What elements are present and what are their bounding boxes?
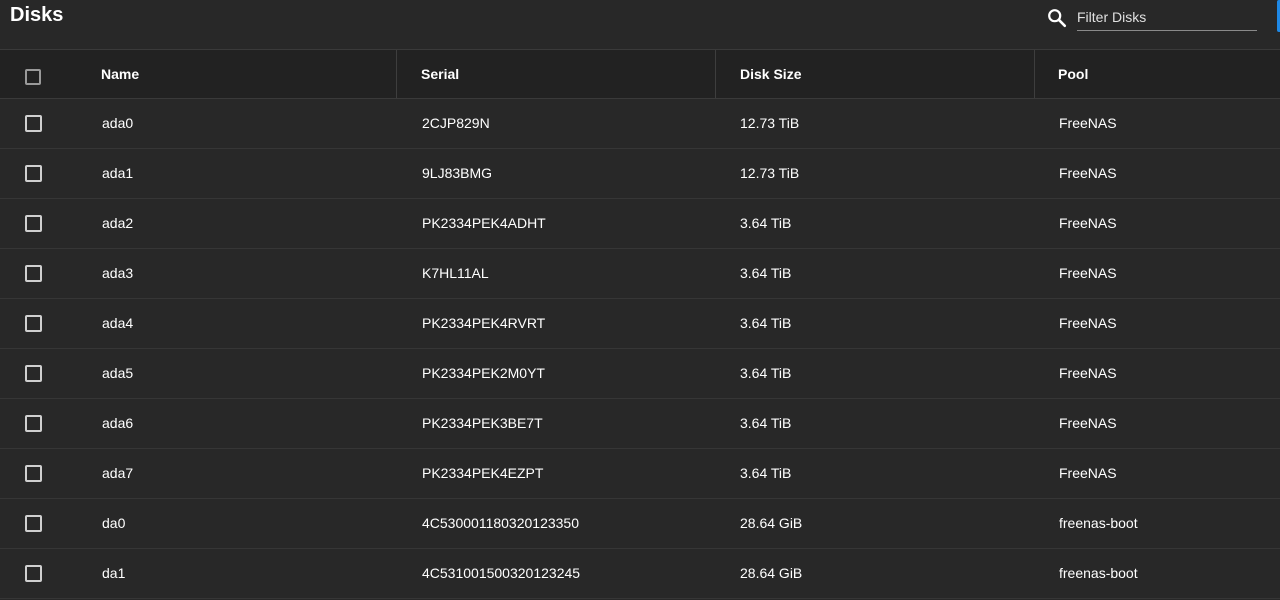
disk-serial-cell: K7HL11AL — [422, 265, 489, 281]
column-divider[interactable] — [1034, 50, 1035, 98]
page-header: Disks — [0, 0, 1280, 50]
disk-name-cell: ada4 — [102, 315, 134, 331]
row-checkbox[interactable] — [25, 415, 42, 432]
disk-size-cell: 3.64 TiB — [740, 365, 792, 381]
row-checkbox[interactable] — [25, 115, 42, 132]
column-header-disk-size[interactable]: Disk Size — [740, 50, 801, 98]
disk-name-cell: ada1 — [102, 165, 134, 181]
disk-pool-cell: FreeNAS — [1059, 415, 1117, 431]
disk-pool-cell: FreeNAS — [1059, 315, 1117, 331]
disk-size-cell: 3.64 TiB — [740, 265, 792, 281]
disks-table: Name Serial Disk Size Pool ada0 2CJP829N 1… — [0, 50, 1280, 599]
column-divider[interactable] — [396, 50, 397, 98]
disk-pool-cell: freenas-boot — [1059, 515, 1138, 531]
disk-serial-cell: 4C531001500320123245 — [422, 565, 581, 581]
filter-disks-input[interactable] — [1077, 4, 1257, 31]
disk-pool-cell: FreeNAS — [1059, 115, 1117, 131]
row-checkbox[interactable] — [25, 515, 42, 532]
table-row[interactable]: da1 4C531001500320123245 28.64 GiB freenas-… — [0, 549, 1280, 599]
table-row[interactable]: ada4 PK2334PEK4RVRT 3.64 TiB FreeNAS — [0, 299, 1280, 349]
table-row[interactable]: ada1 9LJ83BMG 12.73 TiB FreeNAS — [0, 149, 1280, 199]
disk-serial-cell: PK2334PEK4ADHT — [422, 215, 546, 231]
row-checkbox[interactable] — [25, 565, 42, 582]
disk-size-cell: 3.64 TiB — [740, 215, 792, 231]
disk-serial-cell: 9LJ83BMG — [422, 165, 493, 181]
row-checkbox[interactable] — [25, 465, 42, 482]
column-header-name[interactable]: Name — [101, 50, 139, 98]
disk-pool-cell: FreeNAS — [1059, 265, 1117, 281]
table-row[interactable]: ada0 2CJP829N 12.73 TiB FreeNAS — [0, 99, 1280, 149]
disk-serial-cell: PK2334PEK4EZPT — [422, 465, 544, 481]
disk-size-cell: 3.64 TiB — [740, 465, 792, 481]
row-checkbox[interactable] — [25, 315, 42, 332]
disk-pool-cell: FreeNAS — [1059, 365, 1117, 381]
table-row[interactable]: ada3 K7HL11AL 3.64 TiB FreeNAS — [0, 249, 1280, 299]
disk-name-cell: ada5 — [102, 365, 134, 381]
table-header-row: Name Serial Disk Size Pool — [0, 50, 1280, 99]
disk-name-cell: da1 — [102, 565, 126, 581]
table-row[interactable]: ada2 PK2334PEK4ADHT 3.64 TiB FreeNAS — [0, 199, 1280, 249]
table-row[interactable]: da0 4C530001180320123350 28.64 GiB freenas-… — [0, 499, 1280, 549]
disk-serial-cell: PK2334PEK2M0YT — [422, 365, 545, 381]
disk-pool-cell: FreeNAS — [1059, 215, 1117, 231]
table-row[interactable]: ada6 PK2334PEK3BE7T 3.64 TiB FreeNAS — [0, 399, 1280, 449]
row-checkbox[interactable] — [25, 165, 42, 182]
column-divider[interactable] — [715, 50, 716, 98]
page-title: Disks — [10, 4, 64, 26]
disk-name-cell: da0 — [102, 515, 126, 531]
select-all-checkbox[interactable] — [25, 69, 41, 85]
disk-name-cell: ada7 — [102, 465, 134, 481]
disk-size-cell: 3.64 TiB — [740, 315, 792, 331]
disk-pool-cell: FreeNAS — [1059, 465, 1117, 481]
disk-serial-cell: PK2334PEK4RVRT — [422, 315, 546, 331]
disk-size-cell: 12.73 TiB — [740, 115, 800, 131]
disk-name-cell: ada2 — [102, 215, 134, 231]
disk-name-cell: ada3 — [102, 265, 134, 281]
row-checkbox[interactable] — [25, 365, 42, 382]
disk-size-cell: 28.64 GiB — [740, 565, 803, 581]
column-header-pool[interactable]: Pool — [1058, 50, 1088, 98]
disk-serial-cell: 4C530001180320123350 — [422, 515, 580, 531]
disk-serial-cell: PK2334PEK3BE7T — [422, 415, 543, 431]
table-row[interactable]: ada5 PK2334PEK2M0YT 3.64 TiB FreeNAS — [0, 349, 1280, 399]
disk-pool-cell: freenas-boot — [1059, 565, 1138, 581]
disk-size-cell: 12.73 TiB — [740, 165, 800, 181]
search-icon[interactable] — [1046, 7, 1068, 29]
disk-size-cell: 3.64 TiB — [740, 415, 792, 431]
disk-size-cell: 28.64 GiB — [740, 515, 803, 531]
table-row[interactable]: ada7 PK2334PEK4EZPT 3.64 TiB FreeNAS — [0, 449, 1280, 499]
disk-serial-cell: 2CJP829N — [422, 115, 490, 131]
column-header-serial[interactable]: Serial — [421, 50, 459, 98]
row-checkbox[interactable] — [25, 265, 42, 282]
disk-name-cell: ada0 — [102, 115, 134, 131]
row-checkbox[interactable] — [25, 215, 42, 232]
disk-name-cell: ada6 — [102, 415, 134, 431]
disk-pool-cell: FreeNAS — [1059, 165, 1117, 181]
